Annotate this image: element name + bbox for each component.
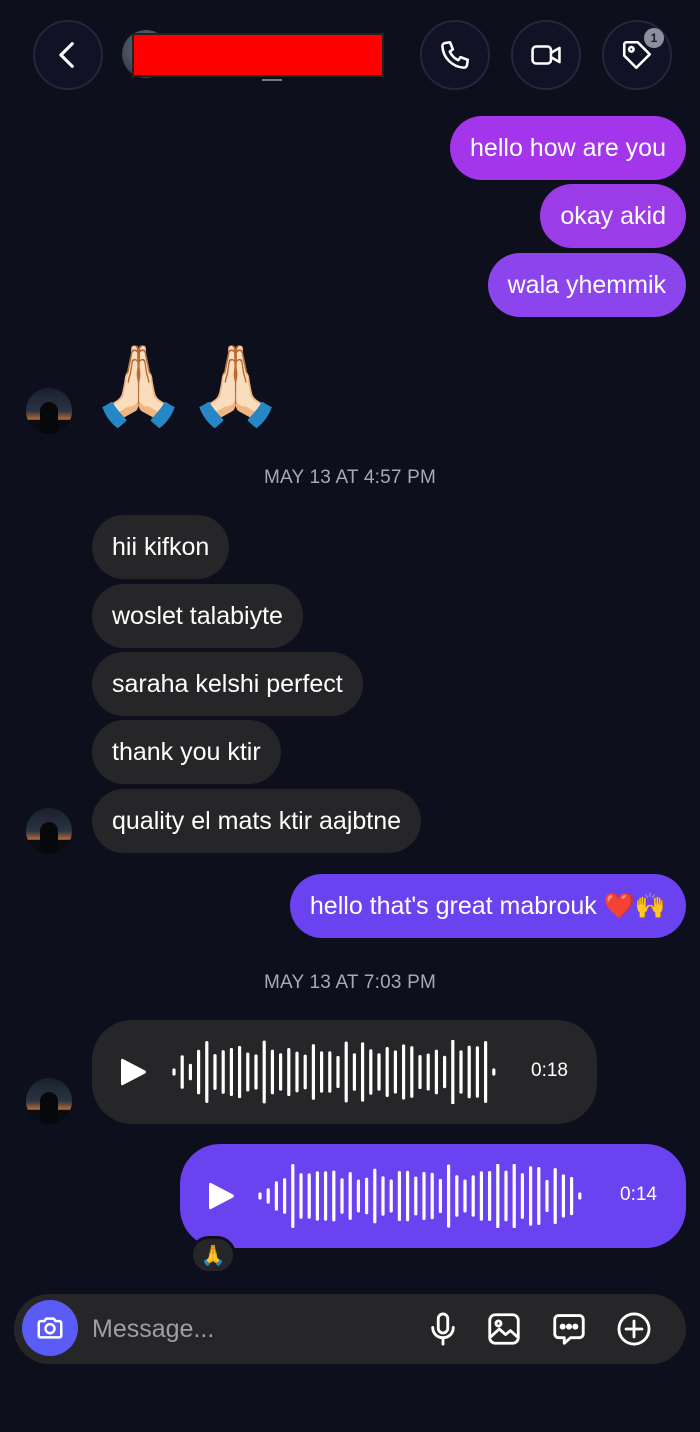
outgoing-message[interactable]: okay akid xyxy=(540,184,686,248)
gallery-button[interactable] xyxy=(485,1310,523,1348)
waveform[interactable] xyxy=(170,1040,510,1104)
chevron-left-icon xyxy=(59,42,74,68)
incoming-message[interactable]: quality el mats ktir aajbtne xyxy=(92,789,422,853)
timestamp: MAY 13 AT 4:57 PM xyxy=(263,467,437,488)
incoming-message[interactable]: woslet talabiyte xyxy=(92,584,303,648)
incoming-message[interactable]: thank you ktir xyxy=(92,720,281,784)
camera-icon xyxy=(37,1317,63,1339)
waveform[interactable] xyxy=(256,1164,596,1228)
voice-duration: 0:14 xyxy=(620,1184,657,1205)
sender-avatar[interactable] xyxy=(26,808,72,854)
notification-badge: 1 xyxy=(644,28,664,48)
message-reaction[interactable]: 🙏 xyxy=(190,1236,236,1274)
sticker-icon xyxy=(553,1314,585,1345)
audio-call-button[interactable] xyxy=(420,20,490,90)
message-composer xyxy=(14,1294,686,1364)
back-button[interactable] xyxy=(33,20,103,90)
incoming-message[interactable]: saraha kelshi perfect xyxy=(92,652,363,716)
plus-icon xyxy=(617,1312,651,1346)
sender-avatar[interactable] xyxy=(26,1078,72,1124)
timestamp: MAY 13 AT 7:03 PM xyxy=(263,972,437,993)
incoming-voice-message[interactable]: 0:18 xyxy=(92,1020,597,1124)
incoming-message[interactable]: hii kifkon xyxy=(92,515,230,579)
gallery-icon xyxy=(488,1313,520,1345)
microphone-button[interactable] xyxy=(424,1310,462,1348)
phone-icon xyxy=(441,40,470,69)
outgoing-message[interactable]: hello how are you xyxy=(450,116,686,180)
voice-duration: 0:18 xyxy=(531,1060,568,1081)
header-underline xyxy=(262,79,282,81)
chat-screen: 1 hello how are you okay akid wala yhemm… xyxy=(0,0,700,1432)
outgoing-message[interactable]: wala yhemmik xyxy=(487,253,686,317)
outgoing-message[interactable]: hello that's great mabrouk ❤️🙌 xyxy=(289,874,686,938)
message-input[interactable] xyxy=(92,1308,392,1350)
video-camera-icon xyxy=(531,45,561,65)
more-options-button[interactable] xyxy=(615,1310,653,1348)
video-call-button[interactable] xyxy=(511,20,581,90)
sticker-button[interactable] xyxy=(550,1310,588,1348)
microphone-icon xyxy=(431,1312,455,1346)
sender-avatar[interactable] xyxy=(26,388,72,434)
redacted-contact-name[interactable] xyxy=(132,33,384,77)
tag-button[interactable]: 1 xyxy=(602,20,672,90)
play-icon[interactable] xyxy=(206,1180,236,1212)
camera-button[interactable] xyxy=(22,1300,78,1356)
emoji-message[interactable]: 🙏🏻🙏🏻 xyxy=(90,340,284,430)
play-icon[interactable] xyxy=(118,1056,148,1088)
outgoing-voice-message[interactable]: 0:14 xyxy=(180,1144,686,1248)
